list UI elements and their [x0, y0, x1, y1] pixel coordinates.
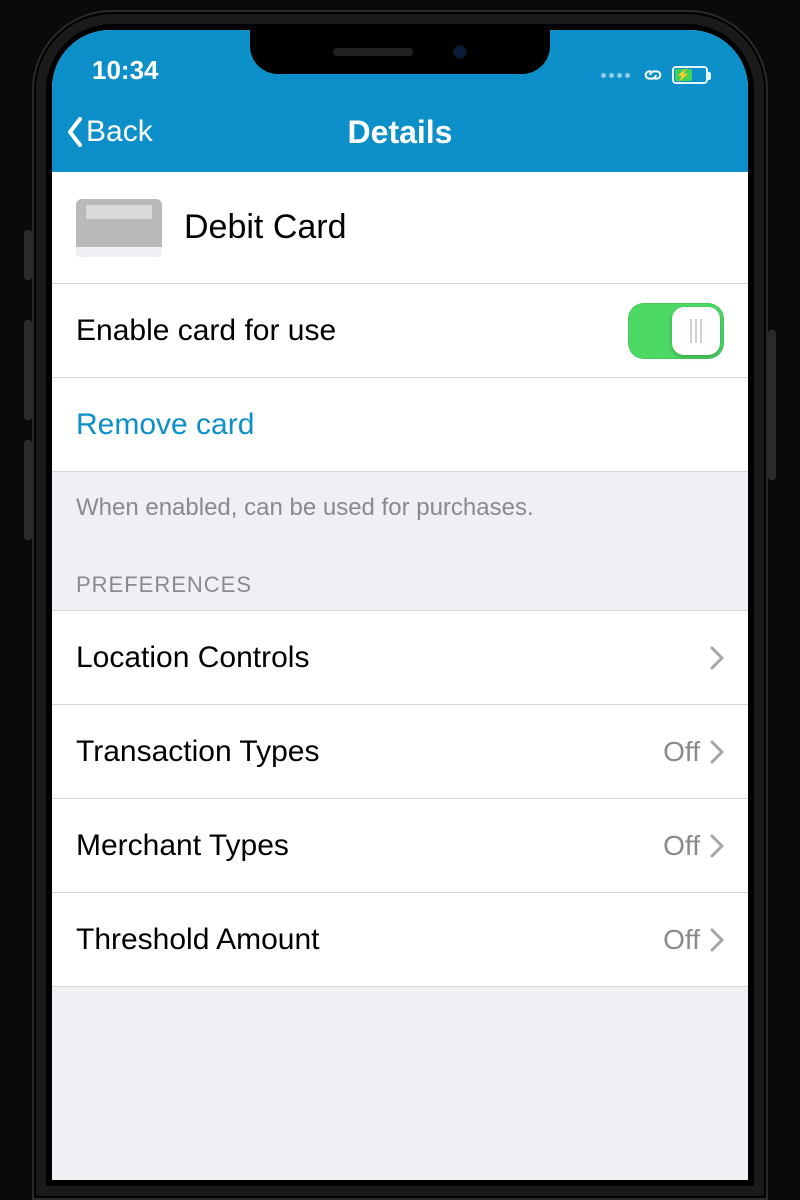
screen: 10:34 ⚡ — [52, 30, 748, 1180]
pref-row-transaction-types[interactable]: Transaction Types Off — [52, 705, 748, 799]
remove-card-row[interactable]: Remove card — [52, 378, 748, 472]
card-name: Debit Card — [184, 208, 347, 247]
pref-value: Off — [663, 736, 700, 768]
remove-card-link: Remove card — [76, 408, 254, 442]
status-right: ⚡ — [601, 64, 708, 86]
card-header-row: Debit Card — [52, 172, 748, 284]
phone-bezel: 10:34 ⚡ — [46, 24, 754, 1186]
preferences-header: PREFERENCES — [52, 532, 748, 611]
volume-switch — [24, 230, 32, 280]
battery-icon: ⚡ — [672, 66, 708, 84]
chevron-right-icon — [710, 646, 724, 670]
enable-card-row: Enable card for use — [52, 284, 748, 378]
enable-card-label: Enable card for use — [76, 314, 336, 348]
toggle-knob — [672, 307, 720, 355]
chevron-left-icon — [66, 117, 84, 147]
enable-card-toggle[interactable] — [628, 303, 724, 359]
pref-row-threshold-amount[interactable]: Threshold Amount Off — [52, 893, 748, 987]
power-button — [768, 330, 776, 480]
speaker — [333, 48, 413, 56]
chevron-right-icon — [710, 740, 724, 764]
status-time: 10:34 — [92, 55, 159, 86]
pref-label: Merchant Types — [76, 829, 289, 863]
page-title: Details — [52, 114, 748, 151]
link-icon — [642, 64, 664, 86]
volume-down-button — [24, 440, 32, 540]
volume-up-button — [24, 320, 32, 420]
pref-value: Off — [663, 924, 700, 956]
notch — [250, 30, 550, 74]
back-label: Back — [86, 115, 153, 149]
pref-row-merchant-types[interactable]: Merchant Types Off — [52, 799, 748, 893]
footer-note: When enabled, can be used for purchases. — [52, 472, 748, 532]
pref-label: Transaction Types — [76, 735, 319, 769]
pref-label: Location Controls — [76, 641, 309, 675]
pref-row-location-controls[interactable]: Location Controls — [52, 611, 748, 705]
pref-label: Threshold Amount — [76, 923, 319, 957]
pref-value: Off — [663, 830, 700, 862]
card-icon — [76, 199, 162, 257]
phone-frame: 10:34 ⚡ — [32, 10, 768, 1200]
nav-bar: Back Details — [52, 92, 748, 172]
charging-bolt-icon: ⚡ — [676, 69, 691, 81]
signal-dots-icon — [601, 73, 630, 78]
back-button[interactable]: Back — [66, 115, 153, 149]
chevron-right-icon — [710, 834, 724, 858]
chevron-right-icon — [710, 928, 724, 952]
front-camera — [453, 45, 467, 59]
